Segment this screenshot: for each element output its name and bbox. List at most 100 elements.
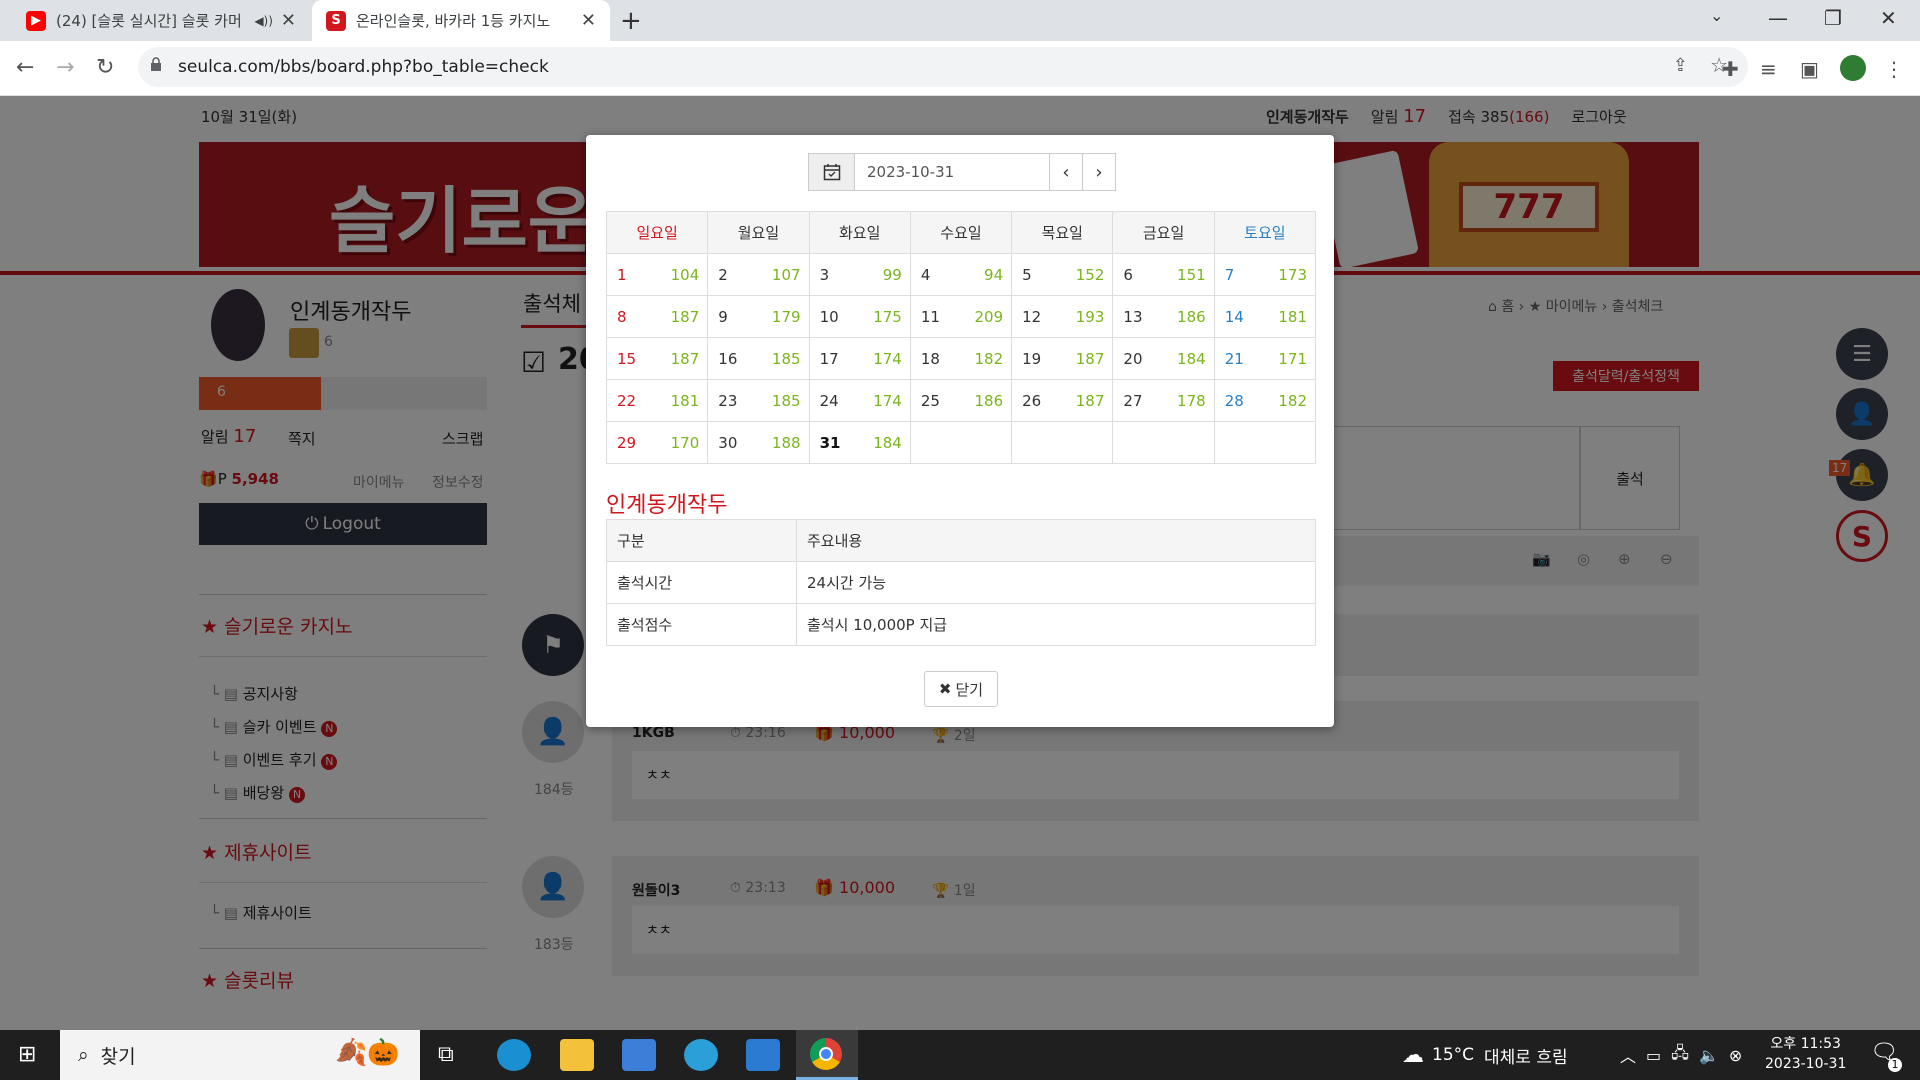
- day-number: 18: [920, 350, 940, 368]
- calendar-day-cell[interactable]: 6 151: [1112, 253, 1215, 296]
- back-icon[interactable]: ←: [16, 55, 34, 80]
- day-number: 31: [819, 434, 841, 452]
- calendar-day-cell[interactable]: 25 186: [909, 379, 1013, 422]
- volume-icon[interactable]: 🔈: [1699, 1046, 1719, 1065]
- chrome-icon[interactable]: [796, 1030, 858, 1080]
- extensions-icon[interactable]: ✚: [1722, 57, 1739, 81]
- close-tab-icon[interactable]: ✕: [281, 10, 296, 31]
- calendar-day-cell: [1011, 421, 1114, 464]
- day-number: 13: [1123, 308, 1143, 326]
- close-window-icon[interactable]: ✕: [1880, 6, 1897, 30]
- clock-time: 오후 11:53: [1770, 1036, 1841, 1052]
- calendar-day-cell[interactable]: 13 186: [1112, 295, 1215, 338]
- share-icon[interactable]: ⇪: [1673, 55, 1688, 76]
- taskbar-clock[interactable]: 오후 11:53 2023-10-31: [1765, 1034, 1846, 1074]
- calendar-day-cell[interactable]: 15 187: [605, 337, 709, 380]
- calendar-day-cell[interactable]: 10 175: [808, 295, 911, 338]
- minimize-icon[interactable]: —: [1768, 6, 1788, 30]
- restore-icon[interactable]: ❐: [1824, 6, 1842, 30]
- sidepanel-icon[interactable]: ▣: [1800, 57, 1819, 81]
- calendar-day-cell[interactable]: 22 181: [605, 379, 709, 422]
- day-number: 30: [718, 434, 738, 452]
- notification-count: 1: [1888, 1058, 1902, 1072]
- close-tab-icon[interactable]: ✕: [581, 10, 596, 31]
- calendar-day-cell[interactable]: 7 173: [1213, 253, 1317, 296]
- attendance-count: 170: [670, 434, 700, 452]
- calendar-day-cell[interactable]: 12 193: [1011, 295, 1114, 338]
- task-view-icon[interactable]: ⧉: [438, 1042, 454, 1067]
- tab-youtube[interactable]: ▶ (24) [슬롯 실시간] 슬롯 카머 ◀)) ✕: [12, 0, 310, 41]
- tab-strip: ▶ (24) [슬롯 실시간] 슬롯 카머 ◀)) ✕ S 온라인슬롯, 바카라…: [0, 0, 1920, 41]
- attendance-count: 184: [1177, 350, 1206, 368]
- attendance-count: 187: [670, 308, 700, 326]
- close-button[interactable]: ✖ 닫기: [924, 671, 998, 707]
- weekday-header: 금요일: [1112, 211, 1215, 254]
- network-icon[interactable]: 🖧: [1671, 1042, 1689, 1069]
- day-number: 7: [1224, 266, 1235, 284]
- windows-taskbar: ⊞ ⌕ 찾기 🍂🎃 ⧉ ☁ 15°C 대체로 흐림 ︿ ▭ 🖧 🔈 ⊗ 오후 1…: [0, 1030, 1920, 1080]
- calendar-day-cell[interactable]: 28 182: [1213, 379, 1317, 422]
- calendar-day-cell[interactable]: 4 94: [909, 253, 1013, 296]
- weather-desc: 대체로 흐림: [1484, 1047, 1568, 1068]
- calendar-week-row: 1 104 2 107 3 99 4 94 5 152 6 151 7 173: [605, 253, 1317, 296]
- calendar-day-cell[interactable]: 2 107: [707, 253, 810, 296]
- calendar-day-cell[interactable]: 11 209: [909, 295, 1013, 338]
- calendar-day-cell[interactable]: 1 104: [605, 253, 709, 296]
- calendar-day-cell[interactable]: 30 188: [707, 421, 810, 464]
- calendar-day-cell[interactable]: 24 174: [808, 379, 911, 422]
- calendar-day-cell[interactable]: 14 181: [1213, 295, 1317, 338]
- url-field[interactable]: seulca.com/bbs/board.php?bo_table=check …: [138, 47, 1748, 87]
- mail-icon[interactable]: [746, 1039, 780, 1071]
- day-number: 5: [1022, 266, 1032, 284]
- calendar-day-cell[interactable]: 18 182: [909, 337, 1013, 380]
- site-logo-icon: S: [326, 10, 346, 31]
- file-explorer-icon[interactable]: [560, 1039, 594, 1071]
- calendar-week-row: 8 187 9 179 10 175 11 209 12 193 13 186 14 181: [605, 295, 1317, 338]
- prev-month-button[interactable]: ‹: [1049, 154, 1082, 190]
- new-tab-button[interactable]: +: [620, 6, 642, 36]
- calendar-day-cell[interactable]: 16 185: [707, 337, 810, 380]
- calendar-day-cell[interactable]: 21 171: [1213, 337, 1317, 380]
- calendar-day-cell[interactable]: 31 184: [808, 421, 911, 464]
- calendar-day-cell[interactable]: 9 179: [707, 295, 810, 338]
- mute-icon[interactable]: ⊗: [1729, 1046, 1742, 1065]
- taskbar-search[interactable]: ⌕ 찾기 🍂🎃: [60, 1030, 420, 1080]
- calendar-day-cell[interactable]: 29 170: [605, 421, 709, 464]
- weekday-header: 목요일: [1011, 211, 1114, 254]
- calendar-day-cell[interactable]: 17 174: [808, 337, 911, 380]
- attendance-count: 152: [1075, 266, 1105, 284]
- chevron-up-icon[interactable]: ︿: [1620, 1043, 1636, 1067]
- attendance-count: 182: [974, 350, 1004, 368]
- attendance-count: 174: [873, 350, 902, 368]
- weather-widget[interactable]: ☁ 15°C 대체로 흐림: [1402, 1030, 1568, 1080]
- calendar-day-cell[interactable]: 20 184: [1112, 337, 1215, 380]
- speaker-icon[interactable]: ◀)): [254, 14, 273, 28]
- calendar-day-cell[interactable]: 26 187: [1011, 379, 1114, 422]
- date-input[interactable]: 2023-10-31: [855, 154, 1049, 190]
- calendar-day-cell[interactable]: 23 185: [707, 379, 810, 422]
- calendar-day-cell: [1213, 421, 1317, 464]
- calendar-day-cell[interactable]: 19 187: [1011, 337, 1114, 380]
- attendance-count: 175: [873, 308, 902, 326]
- calendar-day-cell[interactable]: 3 99: [808, 253, 911, 296]
- windows-start-icon[interactable]: ⊞: [18, 1042, 36, 1067]
- calendar-day-cell[interactable]: 5 152: [1011, 253, 1114, 296]
- next-month-button[interactable]: ›: [1082, 154, 1115, 190]
- tab-search-icon[interactable]: ⌄: [1710, 6, 1723, 25]
- day-number: 21: [1224, 350, 1244, 368]
- forward-icon[interactable]: →: [56, 55, 74, 80]
- day-number: 28: [1224, 392, 1244, 410]
- menu-icon[interactable]: ⋮: [1884, 57, 1904, 81]
- profile-avatar[interactable]: [1840, 55, 1866, 81]
- edge-icon[interactable]: [497, 1039, 531, 1071]
- internet-explorer-icon[interactable]: [684, 1039, 718, 1071]
- calendar-week-row: 15 187 16 185 17 174 18 182 19 187 20 184 21 171: [605, 337, 1317, 380]
- store-icon[interactable]: [622, 1039, 656, 1071]
- battery-icon[interactable]: ▭: [1646, 1046, 1661, 1065]
- calendar-day-cell[interactable]: 8 187: [605, 295, 709, 338]
- media-icon[interactable]: ≡: [1760, 57, 1777, 81]
- calendar-icon[interactable]: [809, 154, 855, 190]
- calendar-day-cell[interactable]: 27 178: [1112, 379, 1215, 422]
- tab-active[interactable]: S 온라인슬롯, 바카라 1등 카지노 ✕: [312, 0, 610, 41]
- reload-icon[interactable]: ↻: [96, 55, 114, 80]
